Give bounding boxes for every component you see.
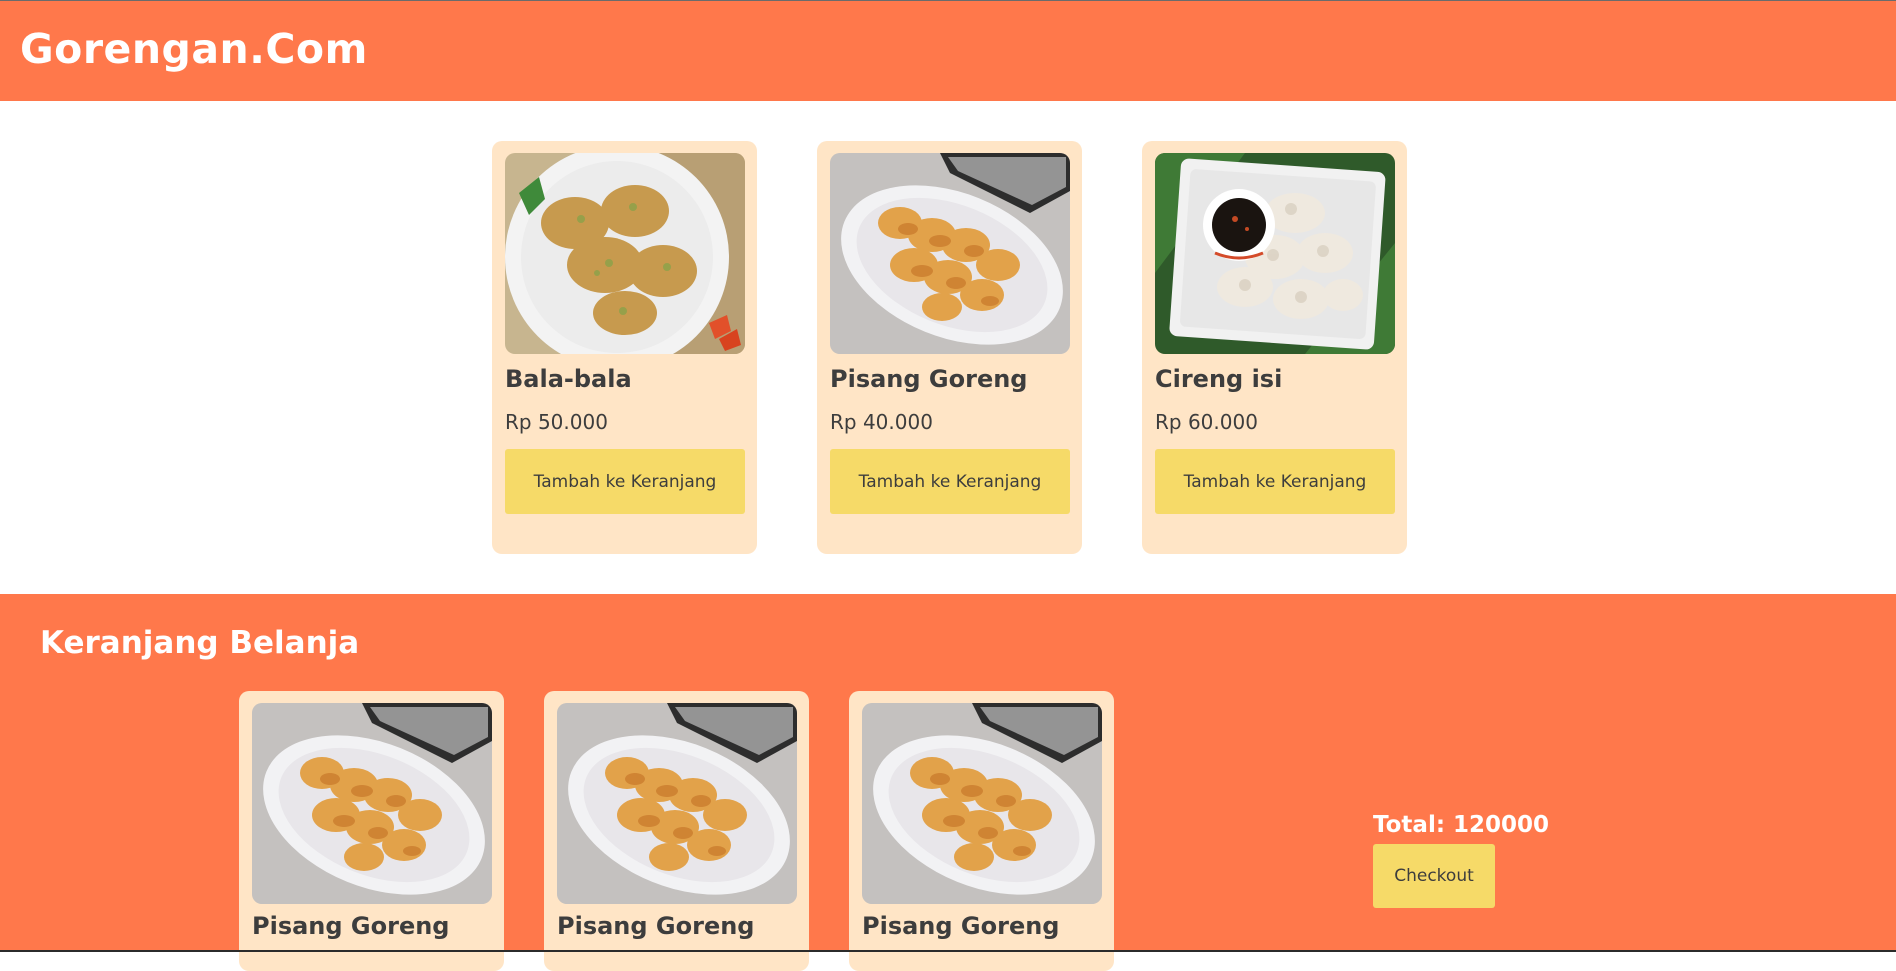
product-grid: Bala-bala Rp 50.000 Tambah ke Keranjang … bbox=[0, 101, 1896, 594]
product-name: Bala-bala bbox=[505, 365, 632, 393]
product-price: Rp 40.000 bbox=[830, 410, 933, 434]
cireng-isi-food-image bbox=[1155, 153, 1395, 354]
add-to-cart-button[interactable]: Tambah ke Keranjang bbox=[505, 449, 745, 514]
cart-item: Pisang Goreng bbox=[849, 691, 1114, 971]
product-card: Pisang Goreng Rp 40.000 Tambah ke Keranj… bbox=[817, 141, 1082, 554]
product-price: Rp 60.000 bbox=[1155, 410, 1258, 434]
product-card: Bala-bala Rp 50.000 Tambah ke Keranjang bbox=[492, 141, 757, 554]
pisang-goreng-food-image bbox=[252, 703, 492, 904]
cart-item-name: Pisang Goreng bbox=[252, 912, 450, 940]
cart-total: Total: 120000 bbox=[1373, 812, 1550, 838]
cart-title: Keranjang Belanja bbox=[40, 625, 360, 661]
pisang-goreng-food-image bbox=[557, 703, 797, 904]
pisang-goreng-food-image bbox=[830, 153, 1070, 354]
product-card: Cireng isi Rp 60.000 Tambah ke Keranjang bbox=[1142, 141, 1407, 554]
checkout-button[interactable]: Checkout bbox=[1373, 844, 1495, 908]
cart-item: Pisang Goreng bbox=[544, 691, 809, 971]
pisang-goreng-food-image bbox=[862, 703, 1102, 904]
site-brand[interactable]: Gorengan.Com bbox=[20, 25, 368, 73]
shopping-cart: Keranjang Belanja Pisang Goreng Pisang G… bbox=[0, 594, 1896, 971]
add-to-cart-button[interactable]: Tambah ke Keranjang bbox=[830, 449, 1070, 514]
bala-bala-food-image bbox=[505, 153, 745, 354]
product-name: Cireng isi bbox=[1155, 365, 1283, 393]
product-price: Rp 50.000 bbox=[505, 410, 608, 434]
product-name: Pisang Goreng bbox=[830, 365, 1028, 393]
cart-item: Pisang Goreng bbox=[239, 691, 504, 971]
cart-item-name: Pisang Goreng bbox=[557, 912, 755, 940]
site-header: Gorengan.Com bbox=[0, 0, 1896, 101]
add-to-cart-button[interactable]: Tambah ke Keranjang bbox=[1155, 449, 1395, 514]
cart-item-name: Pisang Goreng bbox=[862, 912, 1060, 940]
